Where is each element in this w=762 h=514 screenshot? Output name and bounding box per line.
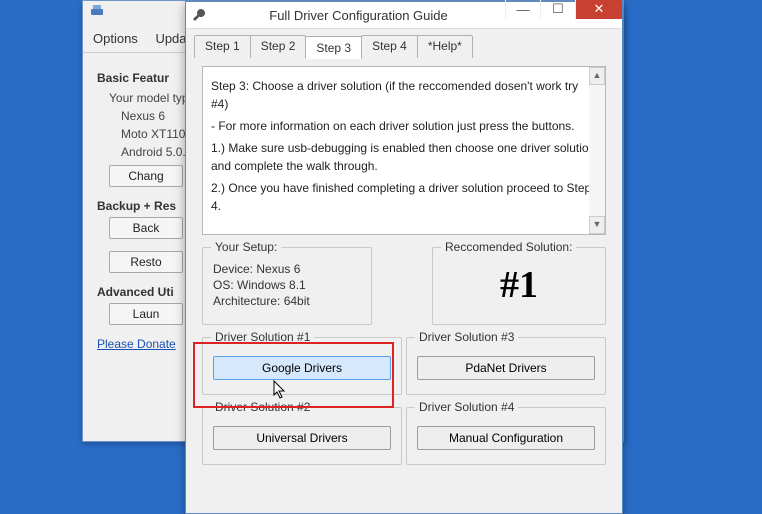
universal-drivers-button[interactable]: Universal Drivers xyxy=(213,426,391,450)
window-title: Full Driver Configuration Guide xyxy=(212,8,505,23)
setup-arch: Architecture: 64bit xyxy=(213,294,361,308)
donate-link[interactable]: Please Donate xyxy=(97,337,176,351)
tab-help[interactable]: *Help* xyxy=(417,35,473,58)
menu-options[interactable]: Options xyxy=(93,31,138,46)
solution-4-legend: Driver Solution #4 xyxy=(415,400,518,414)
your-setup-legend: Your Setup: xyxy=(211,240,281,254)
google-drivers-button[interactable]: Google Drivers xyxy=(213,356,391,380)
tab-step4[interactable]: Step 4 xyxy=(361,35,418,58)
instruction-line: Step 3: Choose a driver solution (if the… xyxy=(211,77,597,113)
solution-2-legend: Driver Solution #2 xyxy=(211,400,314,414)
tab-step3[interactable]: Step 3 xyxy=(305,36,362,59)
instruction-line: 1.) Make sure usb-debugging is enabled t… xyxy=(211,139,597,175)
solution-1-legend: Driver Solution #1 xyxy=(211,330,314,344)
solution-2-group: Driver Solution #2 Universal Drivers xyxy=(202,407,402,465)
solution-3-group: Driver Solution #3 PdaNet Drivers xyxy=(406,337,606,395)
maximize-button[interactable]: ☐ xyxy=(540,0,575,19)
solution-4-group: Driver Solution #4 Manual Configuration xyxy=(406,407,606,465)
instruction-line: 2.) Once you have finished completing a … xyxy=(211,179,597,215)
tab-step1[interactable]: Step 1 xyxy=(194,35,251,58)
solution-1-group: Driver Solution #1 Google Drivers xyxy=(202,337,402,395)
setup-device: Device: Nexus 6 xyxy=(213,262,361,276)
scroll-down-icon[interactable]: ▼ xyxy=(589,216,605,234)
launch-button[interactable]: Laun xyxy=(109,303,183,325)
minimize-button[interactable]: — xyxy=(505,0,540,19)
recommended-value: #1 xyxy=(500,263,538,307)
your-setup-group: Your Setup: Device: Nexus 6 OS: Windows … xyxy=(202,247,372,325)
pdanet-drivers-button[interactable]: PdaNet Drivers xyxy=(417,356,595,380)
restore-button[interactable]: Resto xyxy=(109,251,183,273)
wrench-icon xyxy=(190,6,208,24)
tab-step2[interactable]: Step 2 xyxy=(250,35,307,58)
change-button[interactable]: Chang xyxy=(109,165,183,187)
solution-3-legend: Driver Solution #3 xyxy=(415,330,518,344)
recommended-group: Reccomended Solution: #1 xyxy=(432,247,606,325)
recommended-legend: Reccomended Solution: xyxy=(441,240,576,254)
instruction-line: - For more information on each driver so… xyxy=(211,117,597,135)
tab-panel: ▲ ▼ Step 3: Choose a driver solution (if… xyxy=(194,58,614,473)
tab-strip: Step 1 Step 2 Step 3 Step 4 *Help* xyxy=(186,29,622,58)
backup-button[interactable]: Back xyxy=(109,217,183,239)
close-button[interactable]: ✕ xyxy=(575,0,622,19)
setup-os: OS: Windows 8.1 xyxy=(213,278,361,292)
scrollbar[interactable]: ▲ ▼ xyxy=(589,67,605,234)
instructions-textbox[interactable]: ▲ ▼ Step 3: Choose a driver solution (if… xyxy=(202,66,606,235)
manual-config-button[interactable]: Manual Configuration xyxy=(417,426,595,450)
scroll-up-icon[interactable]: ▲ xyxy=(589,67,605,85)
driver-config-window: Full Driver Configuration Guide — ☐ ✕ St… xyxy=(185,1,623,514)
titlebar: Full Driver Configuration Guide — ☐ ✕ xyxy=(186,2,622,29)
